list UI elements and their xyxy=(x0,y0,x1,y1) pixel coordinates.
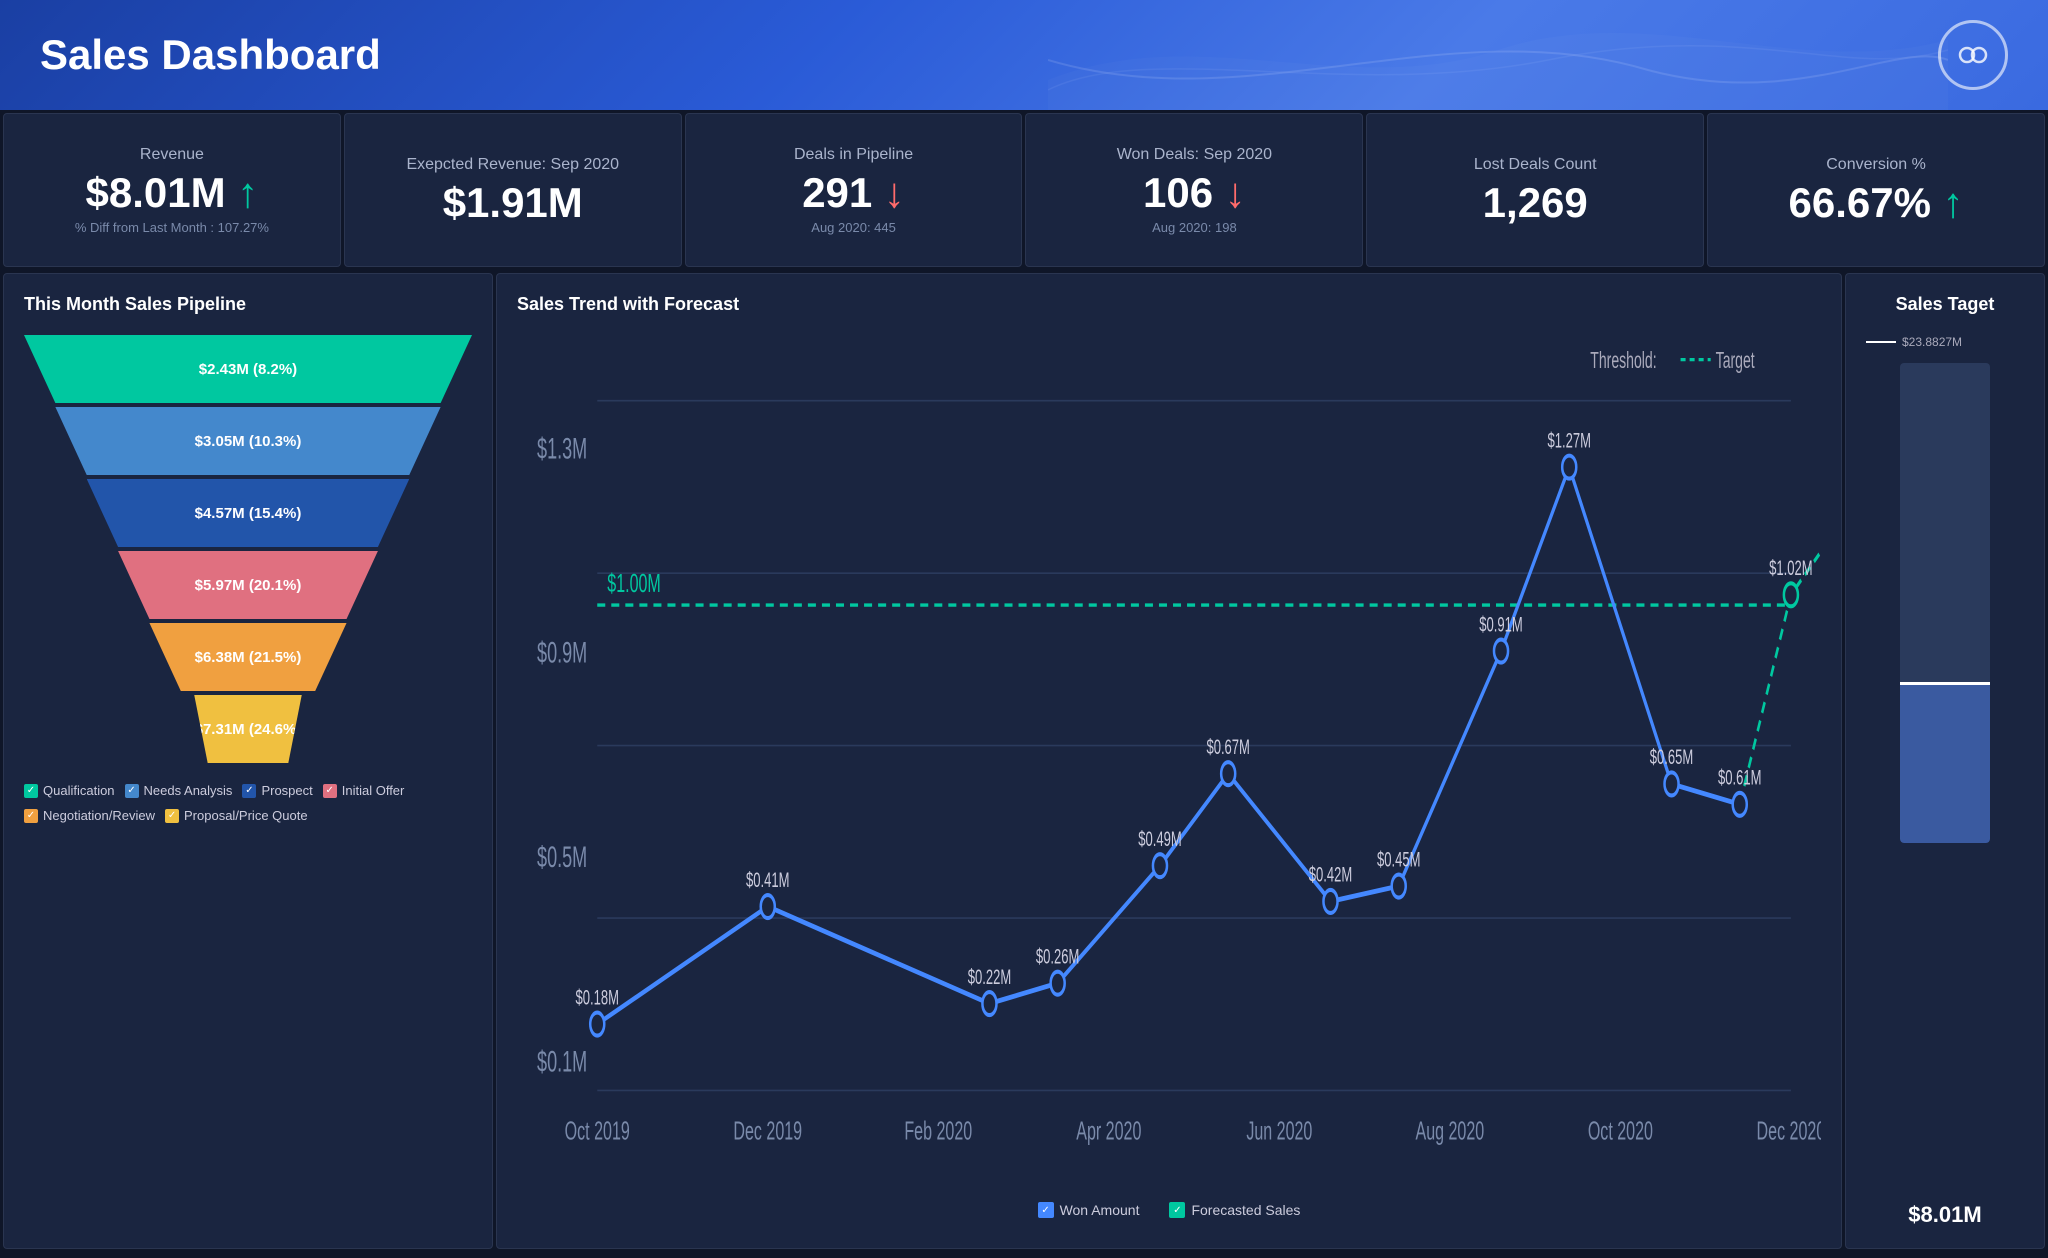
svg-text:$0.41M: $0.41M xyxy=(746,868,789,892)
svg-text:$0.18M: $0.18M xyxy=(576,985,619,1009)
svg-text:$1.02M: $1.02M xyxy=(1769,556,1812,580)
svg-text:$0.42M: $0.42M xyxy=(1309,862,1352,886)
header: Sales Dashboard xyxy=(0,0,2048,110)
legend-forecast: ✓ Forecasted Sales xyxy=(1169,1202,1300,1218)
svg-text:$1.00M: $1.00M xyxy=(607,568,661,598)
target-bar xyxy=(1900,363,1990,843)
svg-text:Feb 2020: Feb 2020 xyxy=(904,1116,972,1146)
legend-item: ✓ Prospect xyxy=(242,783,312,798)
metric-won-label: Won Deals: Sep 2020 xyxy=(1117,146,1272,164)
funnel-slice-3: $5.97M (20.1%) xyxy=(118,551,378,619)
metric-expected-value: $1.91M xyxy=(443,182,583,224)
chart-title: Sales Trend with Forecast xyxy=(517,294,1821,315)
svg-text:Target: Target xyxy=(1716,349,1756,374)
legend-item: ✓ Negotiation/Review xyxy=(24,808,155,823)
funnel-slice-2: $4.57M (15.4%) xyxy=(87,479,410,547)
svg-text:Oct 2019: Oct 2019 xyxy=(565,1116,630,1146)
metric-won-value: 106 ↓ xyxy=(1143,172,1246,214)
legend-item: ✓ Proposal/Price Quote xyxy=(165,808,308,823)
target-amount-label: $23.8827M xyxy=(1902,335,1962,349)
svg-text:Oct 2020: Oct 2020 xyxy=(1588,1116,1653,1146)
metric-conversion-label: Conversion % xyxy=(1826,156,1926,174)
trend-chart: $1.3M $0.9M $0.5M $0.1M Oct 2019 Dec 2019 Feb … xyxy=(517,335,1821,1189)
metric-lost-label: Lost Deals Count xyxy=(1474,156,1597,174)
metric-conversion-value: 66.67% ↑ xyxy=(1788,182,1963,224)
metric-lost-value: 1,269 xyxy=(1483,182,1588,224)
svg-text:$0.67M: $0.67M xyxy=(1206,735,1249,759)
svg-text:$1.3M: $1.3M xyxy=(537,433,587,466)
target-title: Sales Taget xyxy=(1896,294,1995,315)
funnel-slice-4: $6.38M (21.5%) xyxy=(149,623,346,691)
svg-text:Threshold:: Threshold: xyxy=(1590,349,1656,374)
funnel-title: This Month Sales Pipeline xyxy=(24,294,472,315)
metrics-row: Revenue $8.01M ↑ % Diff from Last Month … xyxy=(0,110,2048,270)
svg-text:$1.27M: $1.27M xyxy=(1547,428,1590,452)
funnel-chart: $2.43M (8.2%)$3.05M (10.3%)$4.57M (15.4%… xyxy=(24,335,472,763)
metric-won-sub: Aug 2020: 198 xyxy=(1152,220,1237,235)
svg-text:Aug 2020: Aug 2020 xyxy=(1416,1116,1485,1146)
svg-text:Jun 2020: Jun 2020 xyxy=(1246,1116,1312,1146)
svg-text:$0.45M: $0.45M xyxy=(1377,847,1420,871)
logo-icon xyxy=(1938,20,2008,90)
funnel-slice-0: $2.43M (8.2%) xyxy=(24,335,472,403)
legend-item: ✓ Qualification xyxy=(24,783,115,798)
chart-legend: ✓ Won Amount ✓ Forecasted Sales xyxy=(517,1202,1821,1218)
svg-text:$0.5M: $0.5M xyxy=(537,842,587,875)
metric-deals-sub: Aug 2020: 445 xyxy=(811,220,896,235)
metric-revenue-value: $8.01M ↑ xyxy=(86,172,259,214)
header-wave xyxy=(1048,0,1948,110)
metric-revenue: Revenue $8.01M ↑ % Diff from Last Month … xyxy=(3,113,341,267)
svg-text:$0.49M: $0.49M xyxy=(1138,827,1181,851)
svg-text:$0.61M: $0.61M xyxy=(1718,765,1761,789)
target-threshold-line xyxy=(1900,682,1990,685)
metric-expected-label: Exepcted Revenue: Sep 2020 xyxy=(406,156,619,174)
chart-panel: Sales Trend with Forecast $1.3M $0.9M $0.5… xyxy=(496,273,1842,1249)
target-bar-value: $8.01M xyxy=(1908,1202,1981,1228)
svg-text:$0.9M: $0.9M xyxy=(537,637,587,670)
metric-won-deals: Won Deals: Sep 2020 106 ↓ Aug 2020: 198 xyxy=(1025,113,1363,267)
svg-text:$0.65M: $0.65M xyxy=(1650,745,1693,769)
metric-deals-label: Deals in Pipeline xyxy=(794,146,913,164)
funnel-slice-1: $3.05M (10.3%) xyxy=(55,407,440,475)
svg-text:$0.26M: $0.26M xyxy=(1036,944,1079,968)
funnel-slice-5: $7.31M (24.6%) xyxy=(181,695,315,763)
metric-conversion: Conversion % 66.67% ↑ xyxy=(1707,113,2045,267)
metric-lost-deals: Lost Deals Count 1,269 xyxy=(1366,113,1704,267)
metric-deals-pipeline: Deals in Pipeline 291 ↓ Aug 2020: 445 xyxy=(685,113,1023,267)
legend-won-label: Won Amount xyxy=(1060,1202,1140,1218)
svg-text:Dec 2019: Dec 2019 xyxy=(733,1116,802,1146)
svg-text:$0.1M: $0.1M xyxy=(537,1046,587,1079)
svg-text:$0.91M: $0.91M xyxy=(1479,612,1522,636)
funnel-legend: ✓ Qualification ✓ Needs Analysis ✓ Prosp… xyxy=(24,783,472,823)
metric-revenue-sub: % Diff from Last Month : 107.27% xyxy=(75,220,269,235)
legend-forecast-label: Forecasted Sales xyxy=(1191,1202,1300,1218)
metric-deals-value: 291 ↓ xyxy=(802,172,905,214)
target-bar-wrapper xyxy=(1900,363,1990,1182)
target-bar-fill xyxy=(1900,682,1990,843)
main-content: This Month Sales Pipeline $2.43M (8.2%)$… xyxy=(0,270,2048,1252)
legend-item: ✓ Initial Offer xyxy=(323,783,405,798)
legend-won: ✓ Won Amount xyxy=(1038,1202,1140,1218)
legend-item: ✓ Needs Analysis xyxy=(125,783,233,798)
svg-text:Apr 2020: Apr 2020 xyxy=(1076,1116,1141,1146)
svg-text:$0.22M: $0.22M xyxy=(968,965,1011,989)
metric-revenue-label: Revenue xyxy=(140,146,204,164)
page-title: Sales Dashboard xyxy=(40,31,381,79)
funnel-panel: This Month Sales Pipeline $2.43M (8.2%)$… xyxy=(3,273,493,1249)
svg-text:Dec 2020: Dec 2020 xyxy=(1757,1116,1821,1146)
metric-expected-revenue: Exepcted Revenue: Sep 2020 $1.91M xyxy=(344,113,682,267)
target-panel: Sales Taget $23.8827M $8.01M xyxy=(1845,273,2045,1249)
